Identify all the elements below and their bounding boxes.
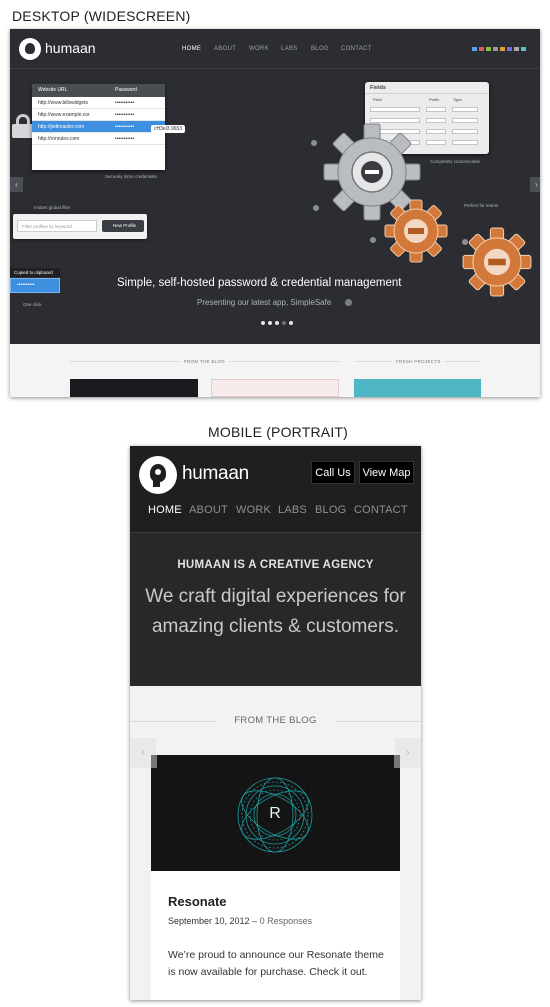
post-card: Resonate September 10, 2012 – 0 Response… [151, 871, 400, 1000]
blog-section-heading: FROM THE BLOG [130, 715, 421, 726]
post-responses-link[interactable]: 0 Responses [260, 916, 313, 926]
hero-headline: Simple, self-hosted password & credentia… [117, 277, 402, 289]
social-icons[interactable] [472, 46, 532, 52]
nav-about[interactable]: ABOUT [189, 504, 228, 516]
nav-blog[interactable]: BLOG [315, 504, 346, 516]
post-meta: September 10, 2012 – 0 Responses [168, 916, 312, 926]
hero-kicker: HUMAAN IS A CREATIVE AGENCY [177, 559, 374, 571]
nav-home[interactable]: HOME [148, 504, 182, 516]
fields-col-prefix: Prefix [429, 97, 440, 102]
post-image[interactable]: R [151, 755, 400, 871]
hero-tagline-line: We craft digital experiences for [145, 586, 406, 607]
orange-gear-icon [384, 199, 448, 263]
copied-badge: Copied to clipboard [10, 268, 60, 277]
carousel-dot[interactable] [289, 321, 293, 325]
hero-tagline: We craft digital experiences for amazing… [130, 582, 421, 642]
row-url: http://www.billswidgets [38, 100, 89, 106]
carousel-dot[interactable] [275, 321, 279, 325]
column-header-password: Password [115, 87, 137, 93]
post-date: September 10, 2012 [168, 916, 250, 926]
lock-icon [12, 114, 34, 138]
call-us-button[interactable]: Call Us [311, 461, 355, 484]
fields-col-type: Type [453, 97, 462, 102]
row-password: ••••••••••• [115, 100, 135, 106]
prev-slide-button[interactable]: ‹ [10, 177, 23, 192]
logo-text[interactable]: humaan [182, 463, 249, 485]
desktop-hero: humaan HOME ABOUT WORK LABS BLOG CONTACT… [10, 29, 540, 344]
hero-subline[interactable]: Presenting our latest app, SimpleSafe [197, 298, 331, 307]
one-click-password-field[interactable]: •••••••••• [10, 278, 60, 293]
desktop-nav-bar: humaan HOME ABOUT WORK LABS BLOG CONTACT [10, 29, 540, 69]
section-blog-heading: FROM THE BLOG [180, 359, 230, 364]
table-row-selected[interactable]: http://jedimaster.com ••••••••••• [32, 121, 165, 133]
note-secure: Securely store credentials [105, 174, 157, 179]
globe-icon [311, 140, 317, 146]
new-profile-button[interactable]: New Profile [102, 220, 144, 232]
mobile-header: humaan Call Us View Map HOME ABOUT WORK … [130, 446, 421, 532]
nav-labs[interactable]: LABS [281, 46, 298, 52]
nav-contact[interactable]: CONTACT [354, 504, 408, 516]
field-row[interactable] [370, 107, 484, 112]
note-teams: Perfect for teams [464, 203, 499, 208]
info-icon[interactable] [345, 299, 352, 306]
column-header-url: Website URL [38, 87, 68, 93]
row-url: http://jedimaster.com [38, 124, 85, 130]
wrench-icon [370, 237, 376, 243]
next-slide-button[interactable]: › [530, 177, 540, 192]
desktop-content-strip: FROM THE BLOG FRESH PROJECTS [10, 344, 540, 397]
fields-title: Fields [365, 82, 489, 94]
blog-thumbnail[interactable] [211, 379, 339, 397]
blog-section-heading-text: FROM THE BLOG [228, 715, 323, 726]
orange-gear-icon [462, 227, 532, 297]
project-thumbnail[interactable] [354, 379, 481, 397]
section-projects-heading: FRESH PROJECTS [392, 359, 445, 364]
carousel-dot[interactable] [268, 321, 272, 325]
carousel-dot-active[interactable] [282, 321, 286, 325]
nav-work[interactable]: WORK [236, 504, 271, 516]
post-image-letter: R [269, 805, 281, 822]
nav-work[interactable]: WORK [249, 46, 269, 52]
fields-col-field: Field [373, 97, 382, 102]
filter-panel: Filter profiles by keyword New Profile [13, 214, 147, 239]
nav-home[interactable]: HOME [182, 46, 201, 52]
logo-icon[interactable] [139, 456, 177, 494]
filter-label: Instant global filter [34, 205, 71, 210]
team-icon [462, 239, 468, 245]
nav-contact[interactable]: CONTACT [341, 46, 372, 52]
row-url: http://www.example.cor [38, 112, 90, 118]
carousel-dot[interactable] [261, 321, 265, 325]
one-click-label: One click [23, 302, 42, 307]
desktop-caption: DESKTOP (WIDESCREEN) [12, 8, 191, 24]
password-table: Website URL Password http://www.billswid… [32, 84, 165, 170]
carousel-edge [394, 755, 400, 768]
post-title[interactable]: Resonate [168, 894, 227, 909]
mobile-hero: HUMAAN IS A CREATIVE AGENCY We craft dig… [130, 533, 421, 686]
carousel-dots [261, 321, 293, 325]
filter-input[interactable]: Filter profiles by keyword [17, 220, 97, 232]
hero-tagline-line: amazing clients & customers. [151, 616, 400, 637]
row-password: ••••••••••• [115, 112, 135, 118]
table-row[interactable]: http://www.example.cor ••••••••••• [32, 109, 165, 121]
row-password: ••••••••••• [115, 136, 135, 142]
mobile-screenshot: humaan Call Us View Map HOME ABOUT WORK … [130, 446, 421, 1000]
nav-labs[interactable]: LABS [278, 504, 307, 516]
blog-thumbnail[interactable] [70, 379, 198, 397]
table-row[interactable]: http://ronrules.com ••••••••••• [32, 133, 165, 145]
copy-icon [313, 205, 319, 211]
nav-blog[interactable]: BLOG [311, 46, 329, 52]
desktop-screenshot: humaan HOME ABOUT WORK LABS BLOG CONTACT… [10, 29, 540, 397]
mobile-caption: MOBILE (PORTRAIT) [208, 424, 349, 440]
view-map-button[interactable]: View Map [359, 461, 414, 484]
logo-icon[interactable] [19, 38, 41, 60]
post-excerpt: We’re proud to announce our Resonate the… [168, 949, 384, 978]
carousel-edge [151, 755, 157, 768]
meta-separator: – [249, 916, 260, 926]
nav-about[interactable]: ABOUT [214, 46, 236, 52]
table-row[interactable]: http://www.billswidgets ••••••••••• [32, 97, 165, 109]
note-customizable: Completely customizable [430, 159, 481, 164]
password-tooltip: cH3el3.9653 [151, 125, 186, 133]
logo-text[interactable]: humaan [45, 40, 96, 56]
row-url: http://ronrules.com [38, 136, 80, 142]
